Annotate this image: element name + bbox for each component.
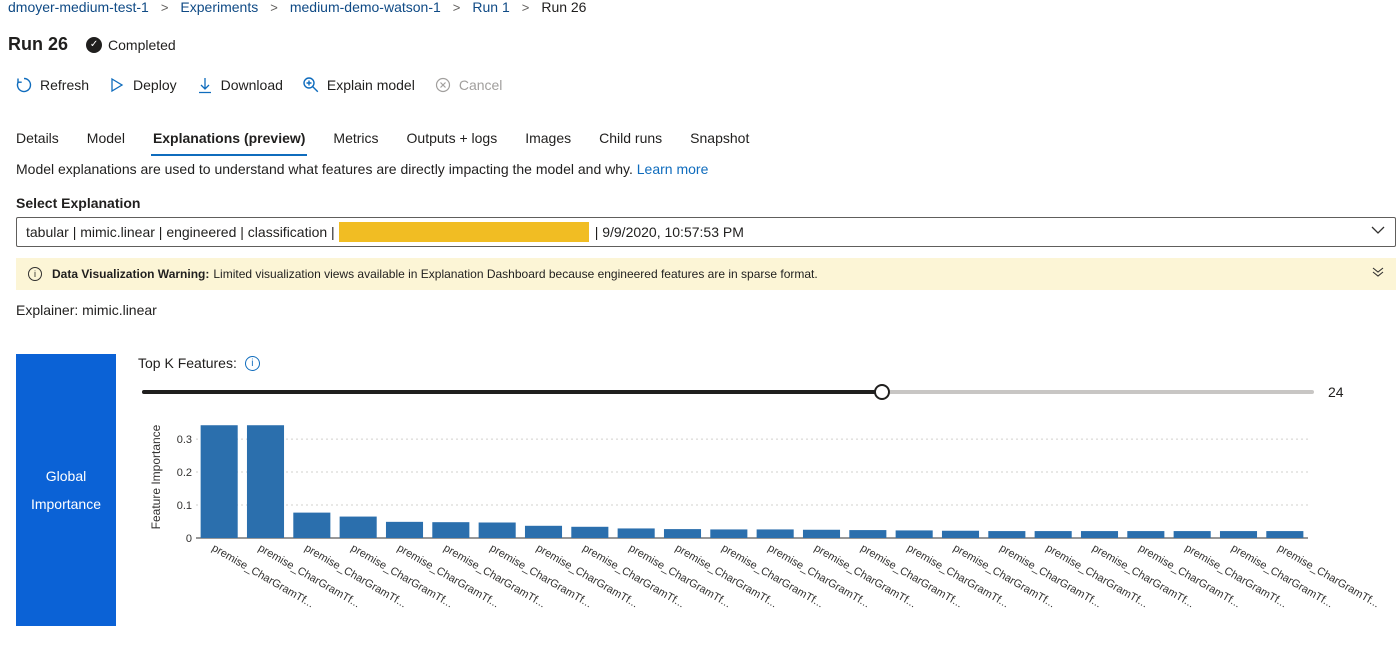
expand-chevron-icon[interactable] — [1372, 266, 1384, 281]
bar — [246, 425, 285, 538]
select-explanation-label: Select Explanation — [16, 195, 141, 211]
y-tick-label: 0 — [186, 533, 192, 545]
y-tick-label: 0.1 — [177, 500, 192, 512]
tab-metrics[interactable]: Metrics — [333, 126, 378, 156]
breadcrumb-current-run: Run 26 — [541, 0, 587, 15]
bar — [1266, 531, 1304, 538]
bar — [617, 528, 655, 538]
bar — [1034, 531, 1072, 538]
bar — [432, 522, 470, 538]
page-title: Run 26 — [8, 34, 69, 54]
download-label: Download — [220, 77, 283, 93]
bar — [524, 525, 563, 538]
breadcrumb-parent-run[interactable]: Run 1 — [472, 0, 509, 15]
refresh-button[interactable]: Refresh — [14, 75, 89, 95]
cancel-icon — [433, 75, 453, 95]
top-k-slider[interactable] — [142, 384, 1314, 400]
bar — [941, 530, 980, 538]
tab-details[interactable]: Details — [16, 126, 59, 156]
global-importance-button[interactable]: Global Importance — [16, 354, 116, 626]
explain-model-label: Explain model — [326, 77, 415, 93]
title-row: Run 26 ✓ Completed — [8, 34, 176, 55]
download-button[interactable]: Download — [195, 75, 283, 95]
bar — [571, 526, 609, 538]
status-badge: ✓ Completed — [86, 36, 176, 53]
deploy-icon — [107, 75, 127, 95]
bar — [802, 529, 841, 538]
status-text: Completed — [108, 36, 176, 53]
warning-text: Limited visualization views available in… — [213, 267, 818, 281]
slider-fill — [142, 390, 883, 394]
warning-title: Data Visualization Warning: — [52, 267, 210, 281]
y-tick-label: 0.3 — [177, 434, 192, 446]
download-icon — [195, 75, 215, 95]
explain-model-button[interactable]: Explain model — [301, 75, 415, 95]
learn-more-link[interactable]: Learn more — [637, 161, 709, 177]
bar — [895, 530, 933, 538]
breadcrumb: dmoyer-medium-test-1 > Experiments > med… — [8, 0, 586, 17]
top-k-label: Top K Features: — [138, 355, 237, 371]
feature-importance-chart: 00.10.20.3Feature Importancepremise_Char… — [149, 424, 1381, 610]
bar — [339, 516, 377, 538]
tab-model[interactable]: Model — [87, 126, 125, 156]
select-explanation-dropdown[interactable]: tabular | mimic.linear | engineered | cl… — [16, 217, 1396, 247]
tab-child-runs[interactable]: Child runs — [599, 126, 662, 156]
info-icon[interactable]: i — [244, 355, 260, 371]
breadcrumb-experiment[interactable]: medium-demo-watson-1 — [290, 0, 441, 15]
top-k-label-row: Top K Features: i — [138, 355, 260, 371]
tab-list: Details Model Explanations (preview) Met… — [16, 126, 777, 156]
info-icon: i — [28, 267, 42, 281]
tab-explanations[interactable]: Explanations (preview) — [150, 126, 308, 156]
bar — [1219, 531, 1258, 538]
top-k-value: 24 — [1328, 384, 1344, 400]
bar — [293, 512, 331, 538]
data-visualization-warning: i Data Visualization Warning: Limited vi… — [16, 258, 1396, 290]
explainer-info: Explainer: mimic.linear — [16, 302, 157, 318]
bar — [200, 425, 238, 538]
bar — [849, 530, 887, 538]
bar — [663, 529, 702, 538]
breadcrumb-workspace[interactable]: dmoyer-medium-test-1 — [8, 0, 149, 15]
command-bar: Refresh Deploy Download Explain model Ca… — [14, 75, 520, 95]
refresh-label: Refresh — [40, 77, 90, 93]
global-importance-label: Global Importance — [30, 468, 102, 512]
bar — [478, 522, 516, 538]
refresh-icon — [14, 75, 34, 95]
bar — [1127, 531, 1165, 538]
explanations-description: Model explanations are used to understan… — [16, 161, 708, 177]
explain-icon — [301, 75, 321, 95]
deploy-label: Deploy — [133, 77, 177, 93]
bar — [988, 531, 1026, 538]
checkmark-icon: ✓ — [86, 36, 103, 53]
redacted-id — [338, 222, 589, 242]
chevron-right-icon: > — [521, 0, 530, 15]
chevron-right-icon: > — [452, 0, 461, 15]
chevron-right-icon: > — [270, 0, 278, 15]
y-axis-label: Feature Importance — [149, 424, 163, 529]
y-tick-label: 0.2 — [177, 467, 192, 479]
chevron-down-icon — [1371, 224, 1385, 238]
description-text: Model explanations are used to understan… — [16, 161, 633, 177]
cancel-label: Cancel — [458, 77, 503, 93]
tab-outputs-logs[interactable]: Outputs + logs — [407, 126, 498, 156]
bar — [1080, 531, 1119, 538]
tab-snapshot[interactable]: Snapshot — [690, 126, 749, 156]
bar — [385, 521, 424, 538]
cancel-button[interactable]: Cancel — [433, 75, 503, 95]
selected-explanation-suffix: | 9/9/2020, 10:57:53 PM — [594, 224, 744, 240]
chevron-right-icon: > — [160, 0, 169, 15]
selected-explanation-prefix: tabular | mimic.linear | engineered | cl… — [26, 224, 335, 240]
deploy-button[interactable]: Deploy — [107, 75, 177, 95]
tab-images[interactable]: Images — [525, 126, 571, 156]
slider-thumb[interactable] — [874, 384, 891, 400]
bar — [756, 529, 794, 538]
bar — [710, 529, 748, 538]
breadcrumb-experiments[interactable]: Experiments — [180, 0, 258, 15]
bar — [1173, 531, 1211, 538]
